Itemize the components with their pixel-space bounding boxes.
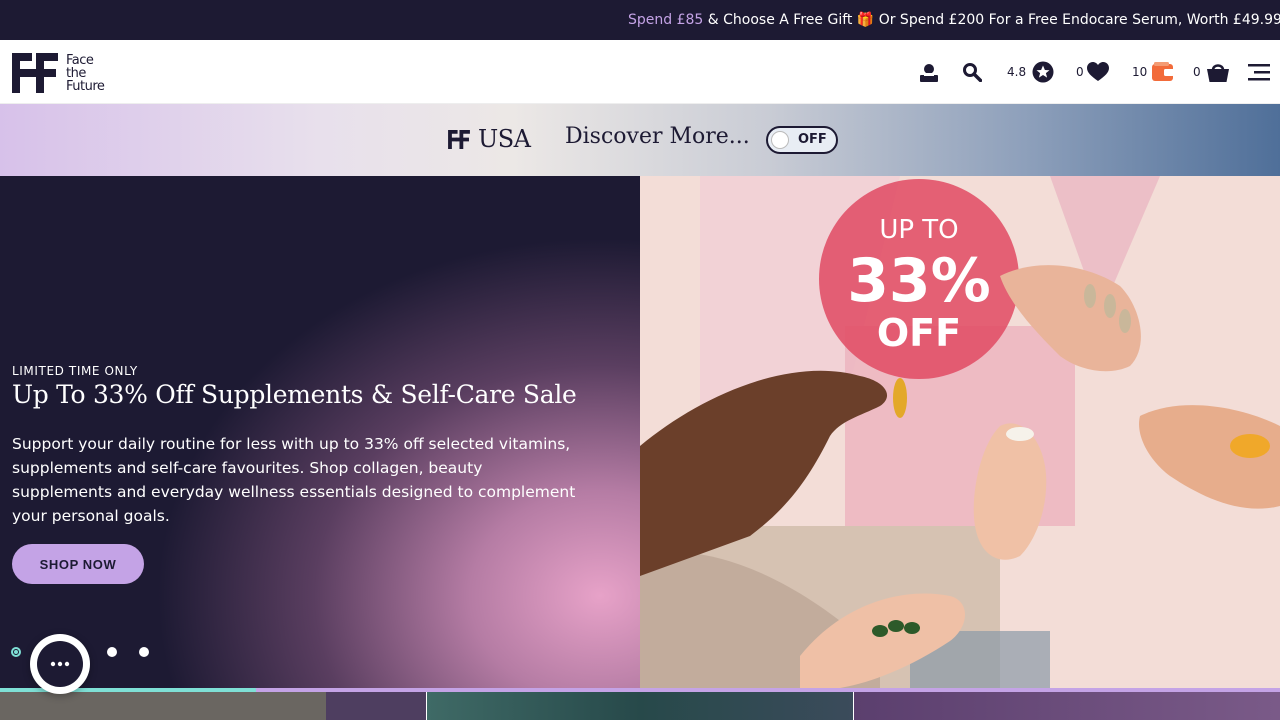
site-logo[interactable]: Face the Future xyxy=(12,52,112,94)
slide-dot-1[interactable] xyxy=(11,647,21,657)
hero-description: Support your daily routine for less with… xyxy=(12,435,576,525)
discover-more-label: Discover More... xyxy=(565,124,750,149)
category-tile-1-edge xyxy=(326,692,426,720)
hero-photo-illustration: UP TO 33% OFF xyxy=(640,176,1280,688)
live-chat-button[interactable] xyxy=(30,634,90,694)
wishlist-button[interactable]: 0 xyxy=(1076,40,1109,104)
slide-dot-4[interactable] xyxy=(139,647,149,657)
logo-word: the xyxy=(66,65,86,81)
toggle-label: OFF xyxy=(798,132,827,147)
hero-banner: UP TO 33% OFF LIMITED TIME ONLY Up To 33… xyxy=(0,176,1280,688)
wishlist-count: 0 xyxy=(1076,65,1084,79)
basket-icon xyxy=(1206,64,1229,82)
account-button[interactable] xyxy=(919,40,939,104)
menu-button[interactable] xyxy=(1248,40,1270,104)
star-icon xyxy=(1032,61,1054,83)
search-button[interactable] xyxy=(962,40,982,104)
announcement-accent: Spend £85 xyxy=(628,12,704,28)
category-tile-3[interactable] xyxy=(854,692,1280,720)
basket-count: 0 xyxy=(1193,65,1201,79)
rewards-button[interactable]: 10 xyxy=(1132,40,1175,104)
badge-line2: 33% xyxy=(847,246,991,316)
hero-image[interactable]: UP TO 33% OFF xyxy=(640,176,1280,688)
logo-mark-icon xyxy=(12,53,58,93)
region-country: USA xyxy=(478,125,531,153)
region-bar: USA Discover More... OFF xyxy=(0,104,1280,176)
wallet-icon xyxy=(1152,62,1175,81)
reviews-rating[interactable]: 4.8 xyxy=(1007,40,1054,104)
hero-eyebrow: LIMITED TIME ONLY xyxy=(12,364,138,378)
discover-more-toggle[interactable]: OFF xyxy=(766,126,838,154)
heart-icon xyxy=(1086,62,1109,81)
rewards-count: 10 xyxy=(1132,65,1148,79)
account-icon xyxy=(920,64,938,82)
logo-mark-icon xyxy=(448,129,470,149)
toggle-knob xyxy=(771,131,789,149)
category-tile-2[interactable] xyxy=(427,692,853,720)
basket-button[interactable]: 0 xyxy=(1193,40,1229,104)
category-tile-1[interactable] xyxy=(0,692,326,720)
badge-line3: OFF xyxy=(877,311,961,355)
logo-text: Face the Future xyxy=(66,52,105,94)
shop-now-button[interactable]: SHOP NOW xyxy=(12,544,144,584)
badge-line1: UP TO xyxy=(879,215,958,245)
announcement-text: & Choose A Free Gift 🎁 Or Spend £200 For… xyxy=(703,12,1280,28)
menu-icon xyxy=(1248,64,1270,81)
slide-dot-3[interactable] xyxy=(107,647,117,657)
region-selector[interactable]: USA xyxy=(448,125,531,153)
search-icon xyxy=(963,63,982,82)
hero-title: Up To 33% Off Supplements & Self-Care Sa… xyxy=(12,380,577,409)
chat-dots-icon xyxy=(50,661,70,667)
logo-word: Future xyxy=(66,78,105,94)
site-header: Face the Future 4.8 0 10 0 xyxy=(0,40,1280,104)
logo-word: Face xyxy=(66,52,94,68)
rating-value: 4.8 xyxy=(1007,65,1027,79)
announcement-bar[interactable]: Spend £85 & Choose A Free Gift 🎁 Or Spen… xyxy=(0,0,1280,40)
chat-bubble xyxy=(37,641,83,687)
